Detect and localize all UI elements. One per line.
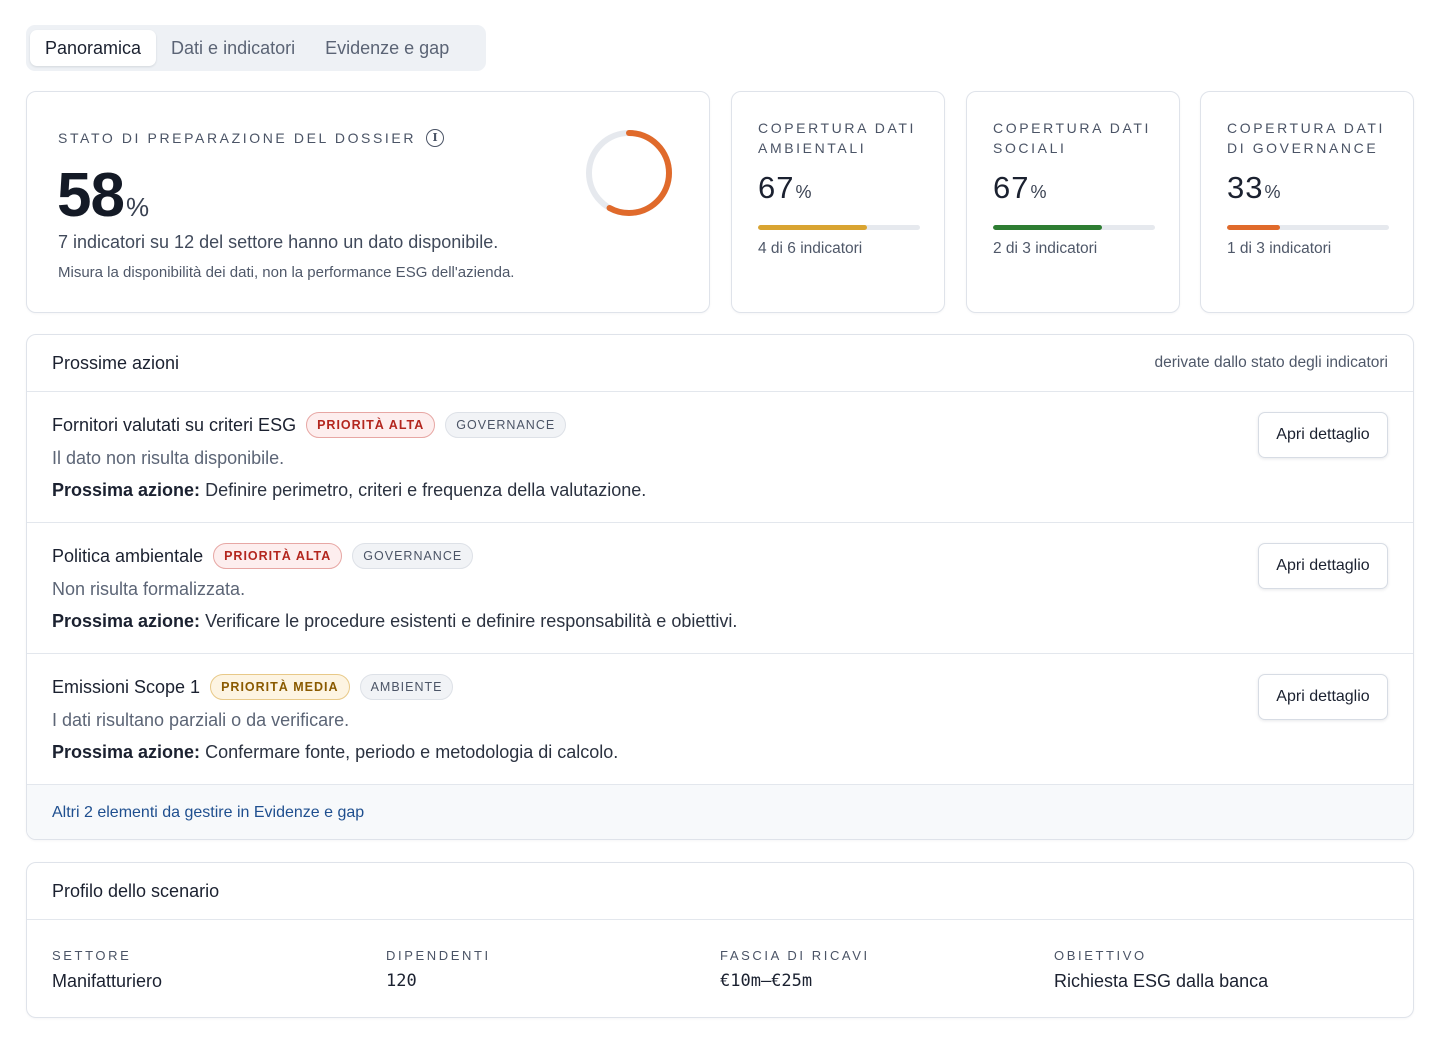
profile-field-obiettivo: OBIETTIVO Richiesta ESG dalla banca [1054,946,1388,992]
coverage-value: 67 [993,170,1030,205]
profile-field-value: €10m–€25m [720,971,813,991]
coverage-percentage: 67 % [993,170,1047,206]
coverage-progress-bar [758,225,920,230]
info-circle-icon[interactable]: i [426,129,445,147]
dossier-disclaimer: Misura la disponibilità dei dati, non la… [58,264,515,281]
scenario-profile-title: Profilo dello scenario [52,880,220,901]
tab-panoramica[interactable]: Panoramica [30,30,157,66]
category-badge: GOVERNANCE [352,543,474,569]
category-badge: AMBIENTE [359,674,454,700]
action-status: Il dato non risulta disponibile. [52,448,285,468]
priority-badge: PRIORITÀ ALTA [213,543,343,569]
profile-field-label: FASCIA DI RICAVI [720,948,870,963]
tab-evidenze-e-gap[interactable]: Evidenze e gap [310,30,464,66]
action-title: Emissioni Scope 1 [52,676,201,697]
coverage-unit: % [795,182,812,202]
coverage-percentage: 67 % [758,170,812,206]
view-tabs: Panoramica Dati e indicatori Evidenze e … [26,25,486,71]
open-detail-button[interactable]: Apri dettaglio [1258,412,1388,458]
coverage-label: COPERTURA DATI SOCIALI [993,120,1152,156]
coverage-count: 1 di 3 indicatori [1227,240,1332,257]
next-step-label: Prossima azione: [52,742,201,762]
coverage-value: 33 [1227,170,1264,205]
priority-badge: PRIORITÀ ALTA [306,412,436,438]
more-items-link[interactable]: Altri 2 elementi da gestire in Evidenze … [27,785,1413,839]
scenario-profile-header: Profilo dello scenario [27,863,1413,920]
coverage-label: COPERTURA DATI AMBIENTALI [758,120,917,156]
profile-field-dipendenti: DIPENDENTI 120 [386,946,720,992]
profile-field-value: Richiesta ESG dalla banca [1054,971,1269,991]
next-actions-header: Prossime azioni derivate dallo stato deg… [27,335,1413,392]
action-item: Politica ambientale PRIORITÀ ALTA GOVERN… [27,523,1413,654]
coverage-percentage: 33 % [1227,170,1281,206]
coverage-progress-bar [1227,225,1389,230]
tab-dati-e-indicatori[interactable]: Dati e indicatori [156,30,310,66]
coverage-progress-fill [758,225,867,230]
next-step-text: Confermare fonte, periodo e metodologia … [200,742,619,762]
dossier-eyebrow-text: STATO DI PREPARAZIONE DEL DOSSIER [58,130,417,146]
coverage-card-sociali: COPERTURA DATI SOCIALI 67 % 2 di 3 indic… [966,91,1180,313]
profile-field-fascia-ricavi: FASCIA DI RICAVI €10m–€25m [720,946,1054,992]
coverage-progress-fill [993,225,1102,230]
dossier-readiness-card: STATO DI PREPARAZIONE DEL DOSSIER i 58 %… [26,91,710,313]
next-step-label: Prossima azione: [52,480,201,500]
profile-field-value: Manifatturiero [52,971,163,991]
profile-field-label: SETTORE [52,948,132,963]
profile-field-value: 120 [386,971,417,991]
next-step-text: Definire perimetro, criteri e frequenza … [200,480,647,500]
coverage-count: 2 di 3 indicatori [993,240,1098,257]
action-item: Emissioni Scope 1 PRIORITÀ MEDIA AMBIENT… [27,654,1413,785]
open-detail-button[interactable]: Apri dettaglio [1258,674,1388,720]
profile-field-label: DIPENDENTI [386,948,491,963]
category-badge: GOVERNANCE [445,412,567,438]
priority-badge: PRIORITÀ MEDIA [210,674,350,700]
coverage-unit: % [1264,182,1281,202]
next-actions-note: derivate dallo stato degli indicatori [1154,354,1389,371]
dossier-unit: % [125,192,150,222]
next-actions-card: Prossime azioni derivate dallo stato deg… [26,334,1414,840]
dossier-value: 58 [57,161,125,230]
dossier-percentage: 58 % [57,160,149,231]
next-step-label: Prossima azione: [52,611,201,631]
action-title: Politica ambientale [52,545,204,566]
coverage-value: 67 [758,170,795,205]
action-header: Politica ambientale PRIORITÀ ALTA GOVERN… [52,543,1388,569]
dossier-eyebrow: STATO DI PREPARAZIONE DEL DOSSIER i [58,128,445,148]
open-detail-button[interactable]: Apri dettaglio [1258,543,1388,589]
scenario-profile-card: Profilo dello scenario SETTORE Manifattu… [26,862,1414,1018]
next-step-text: Verificare le procedure esistenti e defi… [200,611,738,631]
coverage-label: COPERTURA DATI DI GOVERNANCE [1227,120,1386,156]
dossier-summary: 7 indicatori su 12 del settore hanno un … [58,232,499,252]
action-status: Non risulta formalizzata. [52,579,246,599]
coverage-progress-bar [993,225,1155,230]
action-header: Fornitori valutati su criteri ESG PRIORI… [52,412,1388,438]
coverage-progress-fill [1227,225,1281,230]
profile-field-settore: SETTORE Manifatturiero [52,946,386,992]
next-actions-title: Prossime azioni [52,352,180,373]
dossier-progress-ring [586,130,672,216]
action-next-step: Prossima azione: Definire perimetro, cri… [52,480,1388,501]
action-next-step: Prossima azione: Confermare fonte, perio… [52,742,1388,763]
profile-field-label: OBIETTIVO [1054,948,1147,963]
action-next-step: Prossima azione: Verificare le procedure… [52,611,1388,632]
coverage-unit: % [1030,182,1047,202]
action-title: Fornitori valutati su criteri ESG [52,414,297,435]
coverage-card-governance: COPERTURA DATI DI GOVERNANCE 33 % 1 di 3… [1200,91,1414,313]
action-item: Fornitori valutati su criteri ESG PRIORI… [27,392,1413,523]
action-status: I dati risultano parziali o da verificar… [52,710,350,730]
coverage-count: 4 di 6 indicatori [758,240,863,257]
coverage-card-ambientali: COPERTURA DATI AMBIENTALI 67 % 4 di 6 in… [731,91,945,313]
scenario-profile-fields: SETTORE Manifatturiero DIPENDENTI 120 FA… [27,920,1413,992]
action-header: Emissioni Scope 1 PRIORITÀ MEDIA AMBIENT… [52,674,1388,700]
